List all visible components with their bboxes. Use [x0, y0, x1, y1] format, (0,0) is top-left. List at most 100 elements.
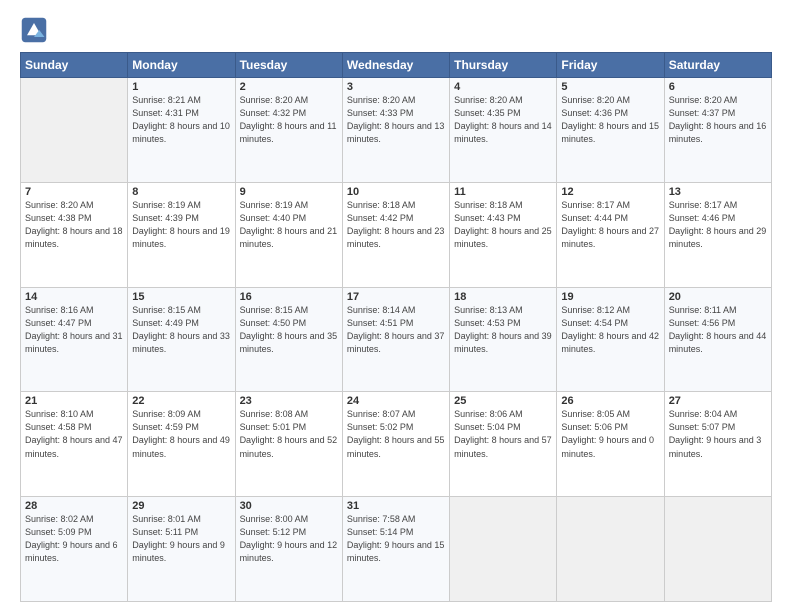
calendar-cell: 8 Sunrise: 8:19 AMSunset: 4:39 PMDayligh… [128, 182, 235, 287]
day-info: Sunrise: 8:19 AMSunset: 4:39 PMDaylight:… [132, 199, 230, 251]
day-number: 23 [240, 395, 338, 407]
day-number: 2 [240, 81, 338, 93]
day-number: 27 [669, 395, 767, 407]
day-number: 18 [454, 291, 552, 303]
day-number: 10 [347, 186, 445, 198]
calendar-week-row: 1 Sunrise: 8:21 AMSunset: 4:31 PMDayligh… [21, 78, 772, 183]
calendar-cell [450, 497, 557, 602]
day-info: Sunrise: 8:16 AMSunset: 4:47 PMDaylight:… [25, 304, 123, 356]
calendar-cell: 24 Sunrise: 8:07 AMSunset: 5:02 PMDaylig… [342, 392, 449, 497]
day-number: 24 [347, 395, 445, 407]
day-info: Sunrise: 8:17 AMSunset: 4:44 PMDaylight:… [561, 199, 659, 251]
day-info: Sunrise: 8:20 AMSunset: 4:36 PMDaylight:… [561, 94, 659, 146]
calendar-day-header: Monday [128, 53, 235, 78]
calendar-cell [664, 497, 771, 602]
day-info: Sunrise: 8:18 AMSunset: 4:42 PMDaylight:… [347, 199, 445, 251]
calendar-header-row: SundayMondayTuesdayWednesdayThursdayFrid… [21, 53, 772, 78]
calendar-cell: 22 Sunrise: 8:09 AMSunset: 4:59 PMDaylig… [128, 392, 235, 497]
day-info: Sunrise: 8:20 AMSunset: 4:32 PMDaylight:… [240, 94, 338, 146]
day-info: Sunrise: 8:08 AMSunset: 5:01 PMDaylight:… [240, 408, 338, 460]
calendar-cell: 16 Sunrise: 8:15 AMSunset: 4:50 PMDaylig… [235, 287, 342, 392]
day-number: 3 [347, 81, 445, 93]
calendar-cell: 20 Sunrise: 8:11 AMSunset: 4:56 PMDaylig… [664, 287, 771, 392]
day-info: Sunrise: 8:14 AMSunset: 4:51 PMDaylight:… [347, 304, 445, 356]
calendar-week-row: 21 Sunrise: 8:10 AMSunset: 4:58 PMDaylig… [21, 392, 772, 497]
day-number: 4 [454, 81, 552, 93]
calendar-cell: 21 Sunrise: 8:10 AMSunset: 4:58 PMDaylig… [21, 392, 128, 497]
day-info: Sunrise: 8:20 AMSunset: 4:38 PMDaylight:… [25, 199, 123, 251]
calendar-cell: 14 Sunrise: 8:16 AMSunset: 4:47 PMDaylig… [21, 287, 128, 392]
day-number: 17 [347, 291, 445, 303]
calendar-cell: 10 Sunrise: 8:18 AMSunset: 4:42 PMDaylig… [342, 182, 449, 287]
day-info: Sunrise: 8:09 AMSunset: 4:59 PMDaylight:… [132, 408, 230, 460]
day-info: Sunrise: 8:07 AMSunset: 5:02 PMDaylight:… [347, 408, 445, 460]
day-number: 9 [240, 186, 338, 198]
day-number: 6 [669, 81, 767, 93]
day-number: 28 [25, 500, 123, 512]
day-info: Sunrise: 8:20 AMSunset: 4:33 PMDaylight:… [347, 94, 445, 146]
day-info: Sunrise: 8:19 AMSunset: 4:40 PMDaylight:… [240, 199, 338, 251]
day-info: Sunrise: 8:04 AMSunset: 5:07 PMDaylight:… [669, 408, 767, 460]
calendar-cell: 12 Sunrise: 8:17 AMSunset: 4:44 PMDaylig… [557, 182, 664, 287]
day-number: 15 [132, 291, 230, 303]
day-number: 16 [240, 291, 338, 303]
day-number: 22 [132, 395, 230, 407]
calendar-cell: 11 Sunrise: 8:18 AMSunset: 4:43 PMDaylig… [450, 182, 557, 287]
day-number: 5 [561, 81, 659, 93]
day-info: Sunrise: 8:15 AMSunset: 4:50 PMDaylight:… [240, 304, 338, 356]
calendar-cell: 2 Sunrise: 8:20 AMSunset: 4:32 PMDayligh… [235, 78, 342, 183]
calendar-day-header: Saturday [664, 53, 771, 78]
calendar-cell: 28 Sunrise: 8:02 AMSunset: 5:09 PMDaylig… [21, 497, 128, 602]
day-info: Sunrise: 8:02 AMSunset: 5:09 PMDaylight:… [25, 513, 123, 565]
calendar-day-header: Tuesday [235, 53, 342, 78]
calendar-table: SundayMondayTuesdayWednesdayThursdayFrid… [20, 52, 772, 602]
day-info: Sunrise: 8:06 AMSunset: 5:04 PMDaylight:… [454, 408, 552, 460]
day-info: Sunrise: 8:12 AMSunset: 4:54 PMDaylight:… [561, 304, 659, 356]
calendar-week-row: 7 Sunrise: 8:20 AMSunset: 4:38 PMDayligh… [21, 182, 772, 287]
calendar-cell: 23 Sunrise: 8:08 AMSunset: 5:01 PMDaylig… [235, 392, 342, 497]
day-number: 14 [25, 291, 123, 303]
day-info: Sunrise: 8:15 AMSunset: 4:49 PMDaylight:… [132, 304, 230, 356]
calendar-week-row: 28 Sunrise: 8:02 AMSunset: 5:09 PMDaylig… [21, 497, 772, 602]
calendar-cell: 6 Sunrise: 8:20 AMSunset: 4:37 PMDayligh… [664, 78, 771, 183]
day-number: 12 [561, 186, 659, 198]
day-info: Sunrise: 8:05 AMSunset: 5:06 PMDaylight:… [561, 408, 659, 460]
day-info: Sunrise: 8:17 AMSunset: 4:46 PMDaylight:… [669, 199, 767, 251]
day-number: 25 [454, 395, 552, 407]
day-number: 11 [454, 186, 552, 198]
calendar-cell: 15 Sunrise: 8:15 AMSunset: 4:49 PMDaylig… [128, 287, 235, 392]
day-number: 21 [25, 395, 123, 407]
day-info: Sunrise: 8:00 AMSunset: 5:12 PMDaylight:… [240, 513, 338, 565]
calendar-cell: 29 Sunrise: 8:01 AMSunset: 5:11 PMDaylig… [128, 497, 235, 602]
page: SundayMondayTuesdayWednesdayThursdayFrid… [0, 0, 792, 612]
calendar-cell: 19 Sunrise: 8:12 AMSunset: 4:54 PMDaylig… [557, 287, 664, 392]
calendar-day-header: Friday [557, 53, 664, 78]
day-number: 13 [669, 186, 767, 198]
calendar-cell: 9 Sunrise: 8:19 AMSunset: 4:40 PMDayligh… [235, 182, 342, 287]
calendar-cell [21, 78, 128, 183]
day-number: 8 [132, 186, 230, 198]
calendar-cell [557, 497, 664, 602]
day-number: 1 [132, 81, 230, 93]
day-info: Sunrise: 8:01 AMSunset: 5:11 PMDaylight:… [132, 513, 230, 565]
header [20, 16, 772, 44]
day-number: 31 [347, 500, 445, 512]
logo-icon [20, 16, 48, 44]
day-info: Sunrise: 7:58 AMSunset: 5:14 PMDaylight:… [347, 513, 445, 565]
day-info: Sunrise: 8:11 AMSunset: 4:56 PMDaylight:… [669, 304, 767, 356]
day-number: 26 [561, 395, 659, 407]
calendar-cell: 13 Sunrise: 8:17 AMSunset: 4:46 PMDaylig… [664, 182, 771, 287]
calendar-cell: 5 Sunrise: 8:20 AMSunset: 4:36 PMDayligh… [557, 78, 664, 183]
day-info: Sunrise: 8:21 AMSunset: 4:31 PMDaylight:… [132, 94, 230, 146]
calendar-cell: 18 Sunrise: 8:13 AMSunset: 4:53 PMDaylig… [450, 287, 557, 392]
calendar-cell: 27 Sunrise: 8:04 AMSunset: 5:07 PMDaylig… [664, 392, 771, 497]
day-number: 19 [561, 291, 659, 303]
day-info: Sunrise: 8:20 AMSunset: 4:37 PMDaylight:… [669, 94, 767, 146]
day-info: Sunrise: 8:10 AMSunset: 4:58 PMDaylight:… [25, 408, 123, 460]
day-number: 7 [25, 186, 123, 198]
calendar-cell: 26 Sunrise: 8:05 AMSunset: 5:06 PMDaylig… [557, 392, 664, 497]
day-info: Sunrise: 8:20 AMSunset: 4:35 PMDaylight:… [454, 94, 552, 146]
calendar-cell: 7 Sunrise: 8:20 AMSunset: 4:38 PMDayligh… [21, 182, 128, 287]
day-number: 29 [132, 500, 230, 512]
calendar-cell: 4 Sunrise: 8:20 AMSunset: 4:35 PMDayligh… [450, 78, 557, 183]
